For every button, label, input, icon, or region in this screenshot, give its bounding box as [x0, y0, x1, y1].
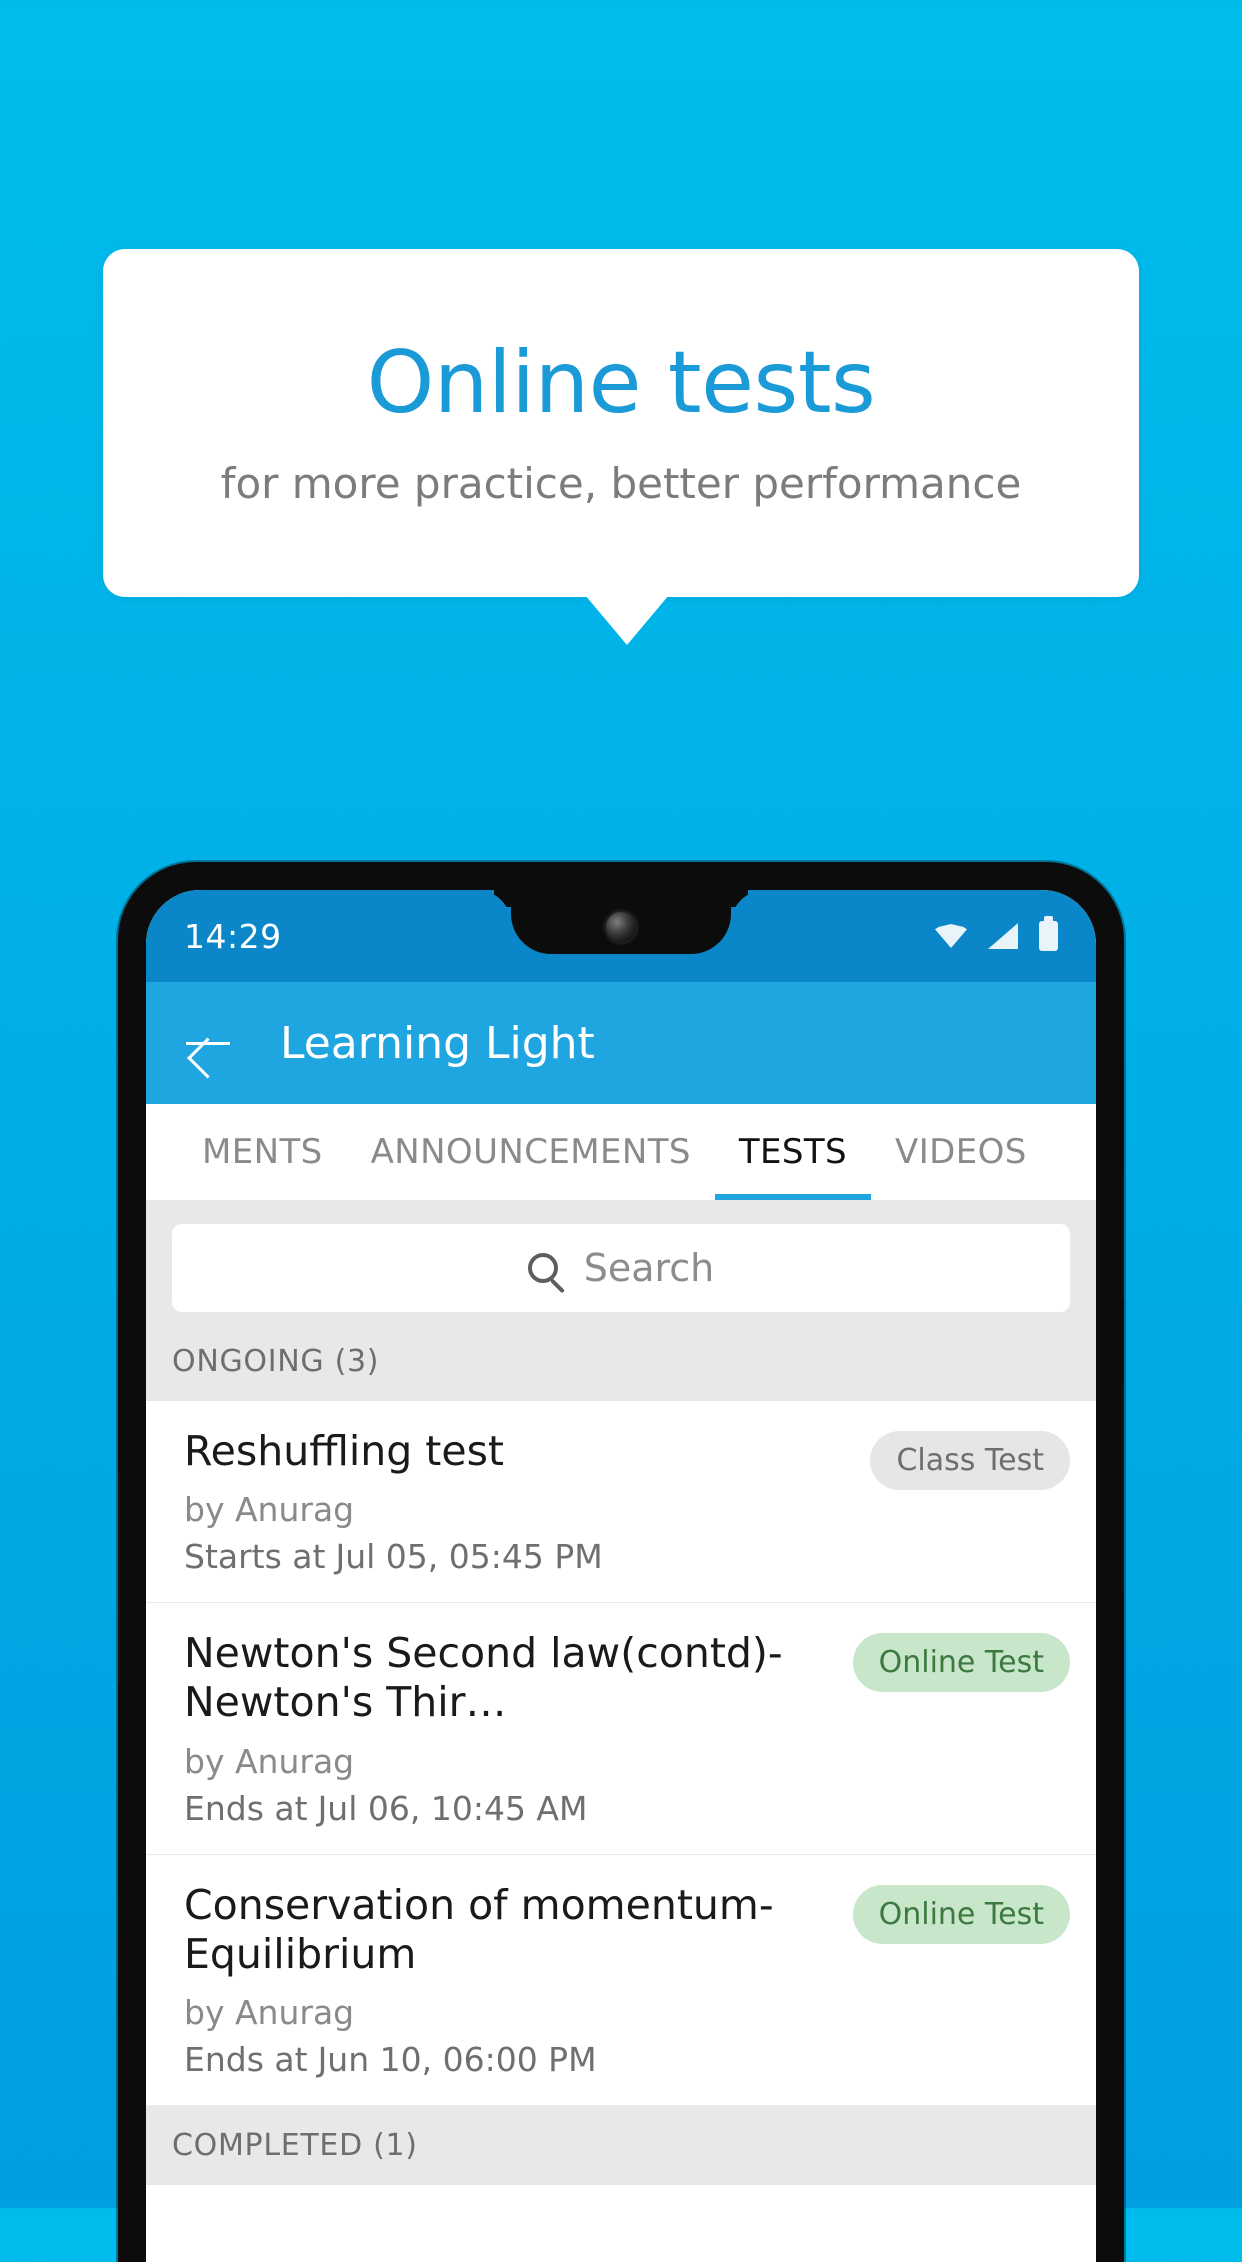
table-row[interactable]: Reshuffling test by Anurag Starts at Jul …: [146, 1401, 1096, 1604]
tab-videos[interactable]: VIDEOS: [871, 1104, 1051, 1200]
test-title: Conservation of momentum-Equilibrium: [184, 1880, 774, 1978]
status-bar: 14:29: [146, 890, 1096, 982]
status-time: 14:29: [184, 916, 282, 956]
promo-title: Online tests: [366, 333, 876, 434]
display-notch: [511, 890, 731, 954]
test-title: Newton's Second law(contd)-Newton's Thir…: [184, 1629, 783, 1727]
front-camera-icon: [606, 912, 636, 942]
table-row[interactable]: Newton's Second law(contd)-Newton's Thir…: [146, 1603, 1096, 1855]
status-badge: Online Test: [852, 1633, 1070, 1693]
test-author: by Anurag: [184, 1490, 355, 1530]
signal-icon: [988, 923, 1018, 949]
test-time: Ends at Jun 10, 06:00 PM: [184, 2040, 835, 2079]
list-item-content: Reshuffling test by Anurag Starts at Jul …: [184, 1427, 852, 1576]
status-icon-group: [935, 916, 1058, 951]
tab-assignments[interactable]: MENTS: [178, 1104, 347, 1200]
test-time-label: Ends at: [184, 2039, 308, 2079]
test-author: by Anurag: [184, 1992, 355, 2032]
list-item-content: Newton's Second law(contd)-Newton's Thir…: [184, 1629, 835, 1827]
search-area: Search: [146, 1200, 1096, 1334]
table-row[interactable]: Conservation of momentum-Equilibrium by …: [146, 1854, 1096, 2106]
search-icon: [527, 1253, 558, 1283]
section-header-ongoing: ONGOING (3): [146, 1334, 1096, 1401]
promo-subtitle: for more practice, better performance: [220, 458, 1022, 508]
search-input[interactable]: Search: [172, 1224, 1070, 1312]
promo-bubble-tail: [585, 595, 669, 645]
search-placeholder: Search: [583, 1246, 715, 1290]
test-time-value: Jul 06, 10:45 AM: [317, 1788, 588, 1828]
test-time-value: Jul 05, 05:45 PM: [335, 1537, 603, 1577]
test-title: Reshuffling test: [184, 1427, 505, 1475]
phone-power-button[interactable]: [1122, 1172, 1124, 1300]
promo-card: Online tests for more practice, better p…: [103, 249, 1139, 597]
list-item-content: Conservation of momentum-Equilibrium by …: [184, 1881, 835, 2079]
test-time-value: Jun 10, 06:00 PM: [317, 2039, 597, 2079]
wifi-icon: [935, 924, 967, 948]
phone-side-button-left[interactable]: [118, 1472, 120, 1684]
app-bar-title: Learning Light: [280, 1017, 595, 1069]
section-header-completed: COMPLETED (1): [146, 2105, 1096, 2185]
app-bar: Learning Light: [146, 982, 1096, 1104]
phone-screen: 14:29 Learning Light MENTS ANNOUNCEMENTS…: [146, 890, 1096, 2262]
test-author: by Anurag: [184, 1741, 355, 1781]
battery-icon: [1039, 916, 1058, 951]
tab-bar: MENTS ANNOUNCEMENTS TESTS VIDEOS: [146, 1104, 1096, 1200]
test-time-label: Ends at: [184, 1788, 308, 1828]
test-time: Ends at Jul 06, 10:45 AM: [184, 1789, 835, 1828]
status-badge: Class Test: [870, 1431, 1070, 1490]
tab-tests[interactable]: TESTS: [714, 1104, 872, 1200]
phone-volume-button[interactable]: [1122, 1382, 1124, 1594]
status-badge: Online Test: [852, 1884, 1070, 1944]
test-time: Starts at Jul 05, 05:45 PM: [184, 1537, 852, 1576]
phone-device-frame: 14:29 Learning Light MENTS ANNOUNCEMENTS…: [118, 862, 1124, 2262]
test-time-label: Starts at: [184, 1537, 326, 1577]
back-arrow-icon[interactable]: [184, 1019, 232, 1067]
tab-announcements[interactable]: ANNOUNCEMENTS: [347, 1104, 715, 1200]
